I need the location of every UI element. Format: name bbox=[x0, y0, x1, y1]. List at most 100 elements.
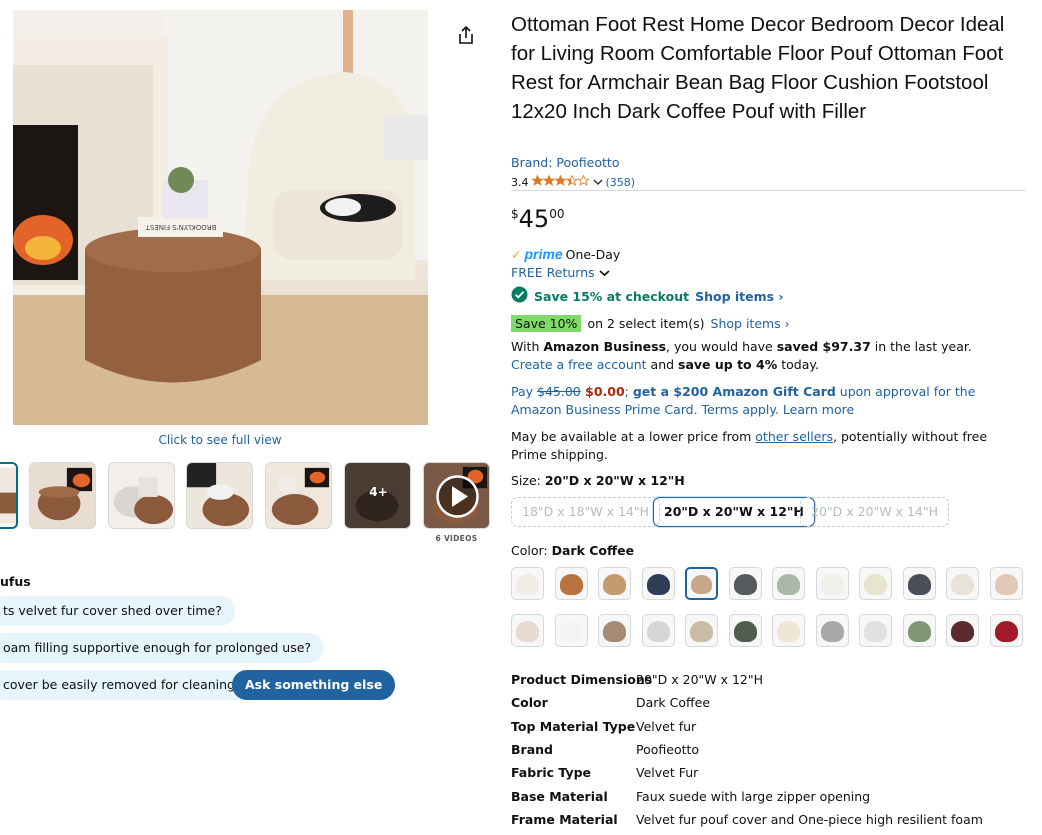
spec-value: 20"D x 20"W x 12"H bbox=[636, 672, 764, 687]
spec-value: Faux suede with large zipper opening bbox=[636, 788, 871, 804]
rufus-question-chip[interactable]: oam filling supportive enough for prolon… bbox=[0, 633, 325, 663]
color-swatch[interactable] bbox=[946, 567, 979, 600]
color-swatch[interactable] bbox=[598, 614, 631, 647]
thumbnail-image[interactable] bbox=[0, 462, 18, 529]
spec-label: Color bbox=[511, 695, 548, 711]
color-swatch[interactable] bbox=[859, 614, 892, 647]
color-swatch[interactable] bbox=[511, 614, 544, 647]
swatch-product-image bbox=[646, 574, 670, 595]
text: Pay bbox=[511, 384, 538, 399]
main-product-image[interactable]: BROOKLYN'S FINEST bbox=[13, 10, 428, 425]
size-option[interactable]: 20"D x 20"W x 14"H bbox=[800, 497, 950, 527]
color-swatch[interactable] bbox=[815, 567, 849, 600]
size-option[interactable]: 18"D x 18"W x 14"H bbox=[511, 497, 661, 527]
spec-value: Velvet Fur bbox=[636, 765, 699, 781]
swatch-product-image bbox=[994, 621, 1018, 642]
color-swatch[interactable] bbox=[728, 567, 762, 600]
checkout-coupon-row: Save 15% at checkout Shop items › bbox=[511, 286, 784, 306]
thumbnail-image[interactable] bbox=[29, 462, 96, 529]
free-returns-link[interactable]: FREE Returns bbox=[511, 265, 610, 280]
ask-something-else-button[interactable]: Ask something else bbox=[232, 670, 396, 700]
swatch-product-image bbox=[690, 621, 713, 642]
chevron-down-icon[interactable] bbox=[592, 176, 603, 189]
selected-color: Dark Coffee bbox=[551, 543, 635, 558]
text: Color: bbox=[511, 543, 552, 558]
swatch-product-image bbox=[820, 574, 844, 595]
color-swatch[interactable] bbox=[554, 614, 588, 647]
thumbnail-image[interactable] bbox=[265, 462, 332, 529]
full-view-link[interactable]: Click to see full view bbox=[0, 433, 440, 447]
color-swatch-selected[interactable] bbox=[685, 567, 718, 600]
swatch-product-image bbox=[516, 574, 539, 595]
swatch-product-image bbox=[907, 574, 931, 595]
share-icon[interactable] bbox=[455, 24, 477, 46]
checkout-offer-text: Save 15% at checkout bbox=[534, 288, 690, 304]
text: With bbox=[511, 339, 544, 354]
create-account-link[interactable]: Create a free account bbox=[511, 357, 647, 372]
text: in the last year. bbox=[870, 339, 972, 354]
color-swatch[interactable] bbox=[772, 614, 805, 647]
color-swatch[interactable] bbox=[685, 614, 718, 647]
color-swatch[interactable] bbox=[772, 567, 805, 600]
text: saved $97.37 bbox=[776, 339, 871, 354]
color-swatch[interactable] bbox=[989, 567, 1023, 600]
color-swatch[interactable] bbox=[989, 614, 1023, 647]
prime-logo: prime bbox=[524, 246, 563, 262]
videos-count-label: 6 VIDEOS bbox=[435, 534, 478, 543]
old-price: $45.00 bbox=[537, 384, 581, 399]
other-sellers-link[interactable]: other sellers bbox=[755, 429, 833, 444]
swatch-product-image bbox=[864, 621, 887, 642]
color-swatch[interactable] bbox=[728, 614, 762, 647]
text: Amazon Business bbox=[543, 339, 667, 354]
color-swatch[interactable] bbox=[902, 614, 936, 647]
green-check-icon bbox=[511, 286, 528, 306]
rating-row[interactable]: 3.4 (358) bbox=[511, 174, 636, 189]
swatch-product-image bbox=[994, 574, 1018, 595]
shop-items-link[interactable]: Shop items › bbox=[711, 316, 790, 331]
rufus-question-chip[interactable]: ts velvet fur cover shed over time? bbox=[0, 596, 235, 626]
thumbnail-more[interactable]: 4+ bbox=[344, 462, 411, 529]
color-swatch[interactable] bbox=[641, 614, 675, 647]
swatch-product-image bbox=[733, 574, 757, 595]
price: $4500 bbox=[511, 205, 564, 233]
thumbnail-image[interactable] bbox=[108, 462, 175, 529]
color-swatch[interactable] bbox=[554, 567, 588, 600]
text: , you would have bbox=[666, 339, 777, 354]
rufus-question-chip[interactable]: cover be easily removed for cleaning? bbox=[0, 670, 255, 700]
color-swatch[interactable] bbox=[641, 567, 675, 600]
swatch-product-image bbox=[516, 621, 539, 642]
star-rating-icon[interactable] bbox=[530, 174, 590, 189]
size-label: Size: 20"D x 20"W x 12"H bbox=[511, 473, 685, 488]
swatch-product-image bbox=[907, 621, 931, 642]
prime-card-offer-link[interactable]: Pay $45.00 $0.00; get a $200 Amazon Gift… bbox=[511, 383, 1026, 419]
color-swatch[interactable] bbox=[902, 567, 936, 600]
thumbnail-video[interactable] bbox=[423, 462, 490, 529]
product-photo: BROOKLYN'S FINEST bbox=[13, 10, 428, 425]
spec-label: Product Dimensions bbox=[511, 672, 653, 687]
spec-label: Fabric Type bbox=[511, 765, 592, 781]
promotion-row: Save 10% on 2 select item(s) Shop items … bbox=[511, 315, 790, 332]
spec-value: Velvet fur bbox=[636, 718, 697, 734]
review-count-link[interactable]: (358) bbox=[606, 176, 636, 189]
swatch-product-image bbox=[951, 621, 974, 642]
brand-link[interactable]: Brand: Poofieotto bbox=[511, 155, 619, 170]
new-price: $0.00 bbox=[580, 384, 625, 399]
prime-check-icon: ✓ bbox=[511, 246, 522, 262]
text: today. bbox=[777, 357, 819, 372]
color-swatch[interactable] bbox=[946, 614, 979, 647]
thumbnail-image[interactable] bbox=[186, 462, 253, 529]
swatch-product-image bbox=[733, 621, 757, 642]
color-swatch[interactable] bbox=[859, 567, 892, 600]
spec-value: Velvet fur pouf cover and One-piece high… bbox=[636, 811, 983, 827]
size-option-selected[interactable]: 20"D x 20"W x 12"H bbox=[653, 497, 815, 527]
prime-delivery-row: ✓ prime One-Day bbox=[511, 246, 620, 262]
price-fraction: 00 bbox=[549, 207, 565, 221]
play-icon[interactable] bbox=[435, 474, 480, 519]
color-swatch[interactable] bbox=[815, 614, 849, 647]
color-swatch[interactable] bbox=[511, 567, 544, 600]
shop-items-link[interactable]: Shop items › bbox=[695, 289, 784, 304]
book-spine-text: BROOKLYN'S FINEST bbox=[145, 223, 217, 231]
spec-value: Poofieotto bbox=[636, 741, 700, 757]
color-swatch[interactable] bbox=[598, 567, 631, 600]
text: May be available at a lower price from bbox=[511, 429, 756, 444]
